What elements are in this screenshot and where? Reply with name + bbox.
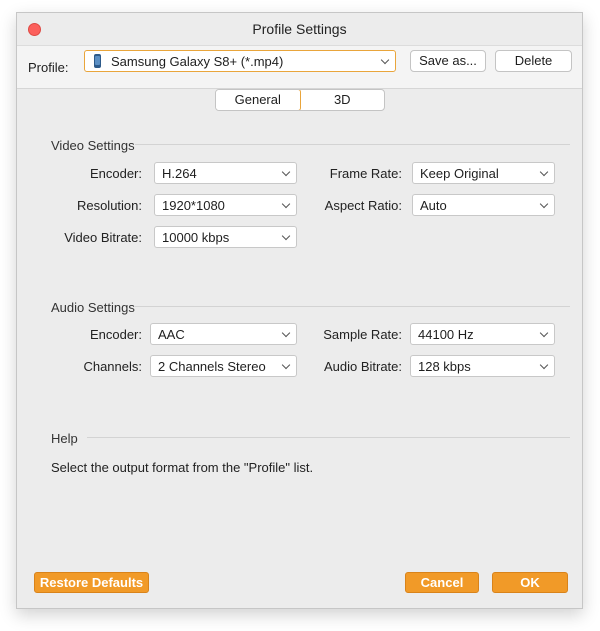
divider <box>135 306 570 307</box>
video-settings-title: Video Settings <box>51 138 135 153</box>
audio-bitrate-select[interactable]: 128 kbps <box>410 355 555 377</box>
help-text: Select the output format from the "Profi… <box>51 460 314 475</box>
channels-value: 2 Channels Stereo <box>158 359 266 374</box>
sample-rate-value: 44100 Hz <box>418 327 474 342</box>
chevron-down-icon <box>539 167 549 177</box>
restore-defaults-button[interactable]: Restore Defaults <box>34 572 149 593</box>
divider <box>135 144 570 145</box>
channels-label: Channels: <box>83 359 142 374</box>
delete-button[interactable]: Delete <box>495 50 572 72</box>
channels-select[interactable]: 2 Channels Stereo <box>150 355 297 377</box>
chevron-down-icon <box>539 360 549 370</box>
profile-bar: Profile: Samsung Galaxy S8+ (*.mp4) Save… <box>17 46 582 89</box>
resolution-value: 1920*1080 <box>162 198 225 213</box>
sample-rate-select[interactable]: 44100 Hz <box>410 323 555 345</box>
chevron-down-icon <box>539 199 549 209</box>
title-bar: Profile Settings <box>17 13 582 46</box>
resolution-select[interactable]: 1920*1080 <box>154 194 297 216</box>
resolution-label: Resolution: <box>76 198 142 213</box>
video-encoder-select[interactable]: H.264 <box>154 162 297 184</box>
aspect-ratio-label: Aspect Ratio: <box>324 198 402 213</box>
profile-label: Profile: <box>28 60 69 75</box>
frame-rate-value: Keep Original <box>420 166 499 181</box>
sample-rate-label: Sample Rate: <box>323 327 402 342</box>
phone-icon <box>94 54 101 68</box>
audio-bitrate-label: Audio Bitrate: <box>323 359 402 374</box>
divider <box>87 437 570 438</box>
tab-general[interactable]: General <box>216 90 301 110</box>
tab-3d[interactable]: 3D <box>301 90 385 110</box>
chevron-down-icon <box>281 231 291 241</box>
tab-bar: General 3D <box>215 89 385 111</box>
chevron-down-icon <box>380 55 390 65</box>
save-as-button[interactable]: Save as... <box>410 50 486 72</box>
profile-select[interactable]: Samsung Galaxy S8+ (*.mp4) <box>84 50 396 72</box>
audio-settings-title: Audio Settings <box>51 300 135 315</box>
chevron-down-icon <box>281 167 291 177</box>
help-title: Help <box>51 431 78 446</box>
window-title: Profile Settings <box>252 21 347 37</box>
audio-encoder-label: Encoder: <box>89 327 142 342</box>
audio-encoder-value: AAC <box>158 327 185 342</box>
chevron-down-icon <box>281 199 291 209</box>
frame-rate-select[interactable]: Keep Original <box>412 162 555 184</box>
profile-settings-window: Profile Settings Profile: Samsung Galaxy… <box>16 12 583 609</box>
audio-bitrate-value: 128 kbps <box>418 359 471 374</box>
video-bitrate-select[interactable]: 10000 kbps <box>154 226 297 248</box>
cancel-button[interactable]: Cancel <box>405 572 479 593</box>
audio-encoder-select[interactable]: AAC <box>150 323 297 345</box>
chevron-down-icon <box>539 328 549 338</box>
video-encoder-label: Encoder: <box>89 166 142 181</box>
chevron-down-icon <box>281 328 291 338</box>
profile-value: Samsung Galaxy S8+ (*.mp4) <box>111 54 284 69</box>
aspect-ratio-select[interactable]: Auto <box>412 194 555 216</box>
video-bitrate-value: 10000 kbps <box>162 230 230 245</box>
video-encoder-value: H.264 <box>162 166 197 181</box>
frame-rate-label: Frame Rate: <box>329 166 402 181</box>
ok-button[interactable]: OK <box>492 572 568 593</box>
video-bitrate-label: Video Bitrate: <box>64 230 142 245</box>
chevron-down-icon <box>281 360 291 370</box>
aspect-ratio-value: Auto <box>420 198 447 213</box>
